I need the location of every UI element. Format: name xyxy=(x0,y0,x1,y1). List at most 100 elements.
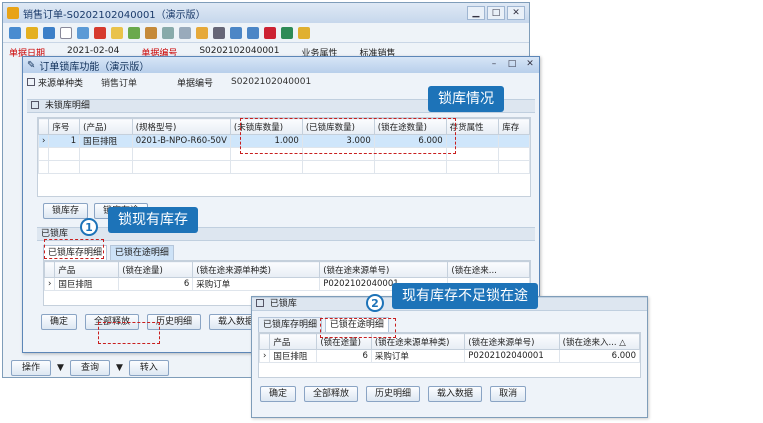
restore-icon[interactable]: □ xyxy=(487,6,505,20)
edit-icon[interactable] xyxy=(77,26,89,39)
col-product[interactable]: (产品) xyxy=(79,118,133,135)
mail-icon[interactable] xyxy=(298,26,310,39)
image-icon[interactable] xyxy=(264,26,276,39)
locked-transit-tab-highlight xyxy=(320,318,396,338)
background-bottom-bar: 操作 ▼ 查询 ▼ 转入 xyxy=(11,360,169,376)
delete-icon[interactable] xyxy=(94,26,106,39)
col-index[interactable]: 序号 xyxy=(48,118,81,135)
doc-icon[interactable] xyxy=(162,26,174,39)
release-all-button[interactable]: 全部释放 xyxy=(304,386,359,402)
app-icon xyxy=(7,7,19,19)
row-indicator-header xyxy=(259,333,271,350)
col-stock[interactable]: 库存 xyxy=(498,118,530,135)
row-pointer-icon: › xyxy=(44,277,56,291)
locked-transit-section-title: 已锁库 xyxy=(269,299,297,309)
minimize-icon[interactable]: ▁ xyxy=(467,6,485,20)
link2-icon[interactable] xyxy=(247,26,259,39)
col-transit-qty[interactable]: (锁在途量) xyxy=(118,261,194,278)
col-spec[interactable]: (规格型号) xyxy=(131,118,231,135)
row-pointer-icon: › xyxy=(259,349,271,363)
history-button[interactable]: 历史明细 xyxy=(366,386,421,402)
new-icon[interactable] xyxy=(60,26,72,39)
audit-icon[interactable] xyxy=(145,26,157,39)
table-row xyxy=(38,160,530,174)
cell-index: 1 xyxy=(48,134,81,148)
search-icon[interactable] xyxy=(9,26,21,39)
cell-product: 国巨排阻 xyxy=(79,134,133,148)
cell-qty: 6 xyxy=(316,349,372,363)
ok-button[interactable]: 确定 xyxy=(260,386,297,402)
import-icon[interactable] xyxy=(128,26,140,39)
load-data-button[interactable]: 载入数据 xyxy=(428,386,483,402)
cell-product: 国巨排阻 xyxy=(269,349,318,363)
col-transit-in[interactable]: (锁在途来... xyxy=(447,261,530,278)
excel-icon[interactable] xyxy=(281,26,293,39)
lock-status-highlight xyxy=(240,118,456,154)
col-product[interactable]: 产品 xyxy=(269,333,318,350)
query-button[interactable]: 查询 xyxy=(69,360,110,376)
unlocked-section-title: 未锁库明细 xyxy=(44,101,90,111)
source-type-label: 来源单种类 xyxy=(38,78,84,89)
back-icon[interactable] xyxy=(26,26,38,39)
transfer-in-button[interactable]: 转入 xyxy=(128,360,169,376)
row-pointer-icon: › xyxy=(38,134,50,148)
doc-no-label: 单据编号 xyxy=(177,78,214,89)
tab-locked-stock[interactable]: 已锁库存明细 xyxy=(258,317,323,332)
collapse-icon[interactable] xyxy=(31,101,39,109)
col-transit-src-type[interactable]: (锁在途来源单种类) xyxy=(192,261,321,278)
query-dropdown-icon[interactable]: ▼ xyxy=(116,360,123,376)
list-icon[interactable] xyxy=(179,26,191,39)
cell-qty: 6 xyxy=(118,277,194,291)
locked-section-title: 已锁库 xyxy=(41,229,69,239)
locked-transit-header-row: 产品 (锁在途量) (锁在途来源单种类) (锁在途来源单号) (锁在途来入...… xyxy=(259,333,640,350)
table-row[interactable]: › 国巨排阻 6 采购订单 P0202102040001 6.000 xyxy=(259,349,640,363)
unlocked-section: 未锁库明细 序号 (产品) (规格型号) (未锁库数量) (已锁库数量) (锁在… xyxy=(27,99,535,219)
col-transit-src-no[interactable]: (锁在途来源单号) xyxy=(464,333,560,350)
release-all-highlight xyxy=(98,322,160,344)
callout-lock-transit: 现有库存不足锁在途 xyxy=(392,283,538,309)
cell-src-type: 采购订单 xyxy=(370,349,466,363)
dialog-minimize-icon[interactable]: – xyxy=(485,58,503,72)
operate-dropdown-icon[interactable]: ▼ xyxy=(57,360,64,376)
forward-icon[interactable] xyxy=(43,26,55,39)
lock-stock-button[interactable]: 锁库存 xyxy=(43,203,89,219)
cell-product: 国巨排阻 xyxy=(54,277,120,291)
folder-icon[interactable] xyxy=(111,26,123,39)
print-icon[interactable] xyxy=(213,26,225,39)
col-transit-in[interactable]: (锁在途来入... △ xyxy=(558,333,640,350)
source-type-value: 销售订单 xyxy=(101,78,138,89)
cell-transit-in-value: 6.000 xyxy=(558,349,640,363)
dialog-title: 订单锁库功能（演示版） xyxy=(39,61,150,73)
dialog-maximize-icon[interactable]: □ xyxy=(503,58,521,72)
ok-button[interactable]: 确定 xyxy=(41,314,78,330)
cell-stock xyxy=(498,134,530,148)
link-icon[interactable] xyxy=(230,26,242,39)
collapse-icon[interactable] xyxy=(27,78,35,86)
cancel-button[interactable]: 取消 xyxy=(490,386,527,402)
cell-src-type: 采购订单 xyxy=(192,277,321,291)
dialog-close-icon[interactable]: ✕ xyxy=(521,58,539,72)
locked-transit-grid: 产品 (锁在途量) (锁在途来源单种类) (锁在途来源单号) (锁在途来入...… xyxy=(258,332,641,378)
doc-no-value: S0202102040001 xyxy=(231,77,312,87)
locked-transit-panel: 已锁库 已锁库存明细 已锁在途明细 产品 (锁在途量) (锁在途来源单种类) (… xyxy=(251,296,648,418)
step-one-badge: 1 xyxy=(80,218,98,236)
background-title: 销售订单-S0202102040001（演示版） xyxy=(23,9,206,21)
col-transit-src-no[interactable]: (锁在途来源单号) xyxy=(319,261,449,278)
collapse-icon[interactable] xyxy=(256,299,264,307)
operate-button[interactable]: 操作 xyxy=(11,360,52,376)
callout-lock-status: 锁库情况 xyxy=(428,86,504,112)
cell-spec: 0201-B-NPO-R60-50V xyxy=(131,134,231,148)
col-product[interactable]: 产品 xyxy=(54,261,120,278)
background-title-bar: 销售订单-S0202102040001（演示版） ▁ □ ✕ xyxy=(3,3,529,23)
report-icon[interactable] xyxy=(196,26,208,39)
cell-src-no: P0202102040001 xyxy=(464,349,560,363)
edit-icon: ✎ xyxy=(27,59,36,71)
locked-stock-tab-highlight xyxy=(44,239,104,259)
dialog-title-bar: ✎ 订单锁库功能（演示版） – □ ✕ xyxy=(23,57,539,73)
tab-locked-transit[interactable]: 已锁在途明细 xyxy=(109,245,174,260)
step-two-badge: 2 xyxy=(366,294,384,312)
locked-header-row: 产品 (锁在途量) (锁在途来源单种类) (锁在途来源单号) (锁在途来... xyxy=(44,261,530,278)
close-icon[interactable]: ✕ xyxy=(507,6,525,20)
row-indicator-header xyxy=(44,261,56,278)
row-indicator-header xyxy=(38,118,50,135)
